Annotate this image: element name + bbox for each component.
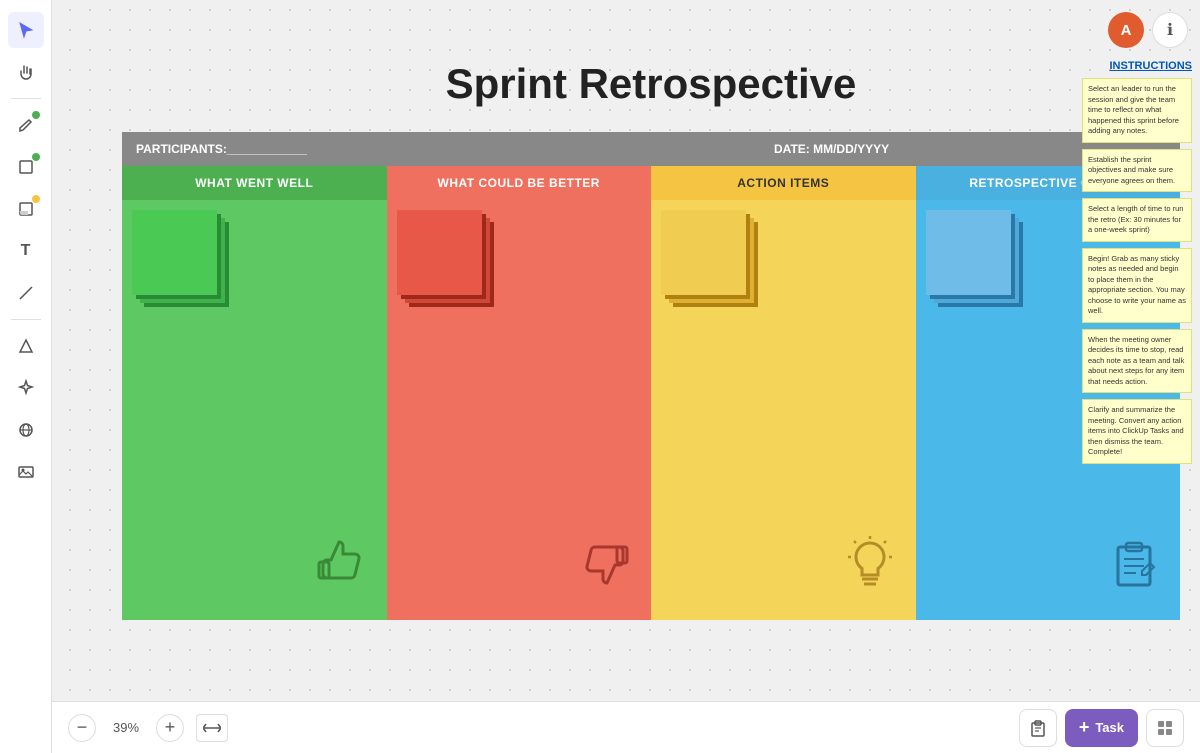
left-toolbar: T [0,0,52,753]
shape-tool[interactable] [8,149,44,185]
col-header-could-be-better: WHAT COULD BE BETTER [387,166,652,200]
lightbulb-icon [840,533,900,604]
pen-tool[interactable] [8,107,44,143]
sticky-blue-front [926,210,1011,295]
instruction-step-6: Clarify and summarize the meeting. Conve… [1082,399,1192,464]
thumbs-down-icon [575,533,635,604]
grid-view-button[interactable] [1146,709,1184,747]
clipboard-bottom-button[interactable] [1019,709,1057,747]
magic-tool[interactable] [8,370,44,406]
canvas: Sprint Retrospective PARTICIPANTS:______… [52,0,1200,753]
instructions-title[interactable]: INSTRUCTIONS [1082,60,1192,72]
columns-body [122,200,1180,620]
col-header-went-well: WHAT WENT WELL [122,166,387,200]
globe-tool[interactable] [8,412,44,448]
line-tool[interactable] [8,275,44,311]
text-tool[interactable]: T [8,233,44,269]
sticky-green-front [132,210,217,295]
board-title: Sprint Retrospective [122,60,1180,108]
col-body-action-items[interactable] [651,200,916,620]
pen-dot [32,111,40,119]
avatar: A [1108,12,1144,48]
shape-dot [32,153,40,161]
image-tool[interactable] [8,454,44,490]
add-task-label: Task [1095,720,1124,735]
col-header-action-items: ACTION ITEMS [651,166,916,200]
thumbs-up-icon [311,532,371,604]
bottom-right-actions: + Task [1019,709,1184,747]
board: Sprint Retrospective PARTICIPANTS:______… [122,60,1180,620]
instruction-step-2: Establish the sprint objectives and make… [1082,149,1192,193]
add-task-button[interactable]: + Task [1065,709,1138,747]
instruction-step-5: When the meeting owner decides its time … [1082,329,1192,394]
divider-1 [11,98,41,99]
fit-button[interactable] [196,714,228,742]
zoom-level: 39% [108,720,144,735]
instruction-step-3: Select a length of time to run the retro… [1082,198,1192,242]
sticky-red-front [397,210,482,295]
col-body-could-be-better[interactable] [387,200,652,620]
instruction-step-1: Select an leader to run the session and … [1082,78,1192,143]
zoom-out-button[interactable]: − [68,714,96,742]
clipboard-icon-col [1104,533,1164,604]
col-body-went-well[interactable] [122,200,387,620]
meta-row: PARTICIPANTS:____________ DATE: MM/DD/YY… [122,132,1180,166]
participants-field[interactable]: PARTICIPANTS:____________ [122,132,760,166]
connector-tool[interactable] [8,328,44,364]
divider-2 [11,319,41,320]
instructions-panel: INSTRUCTIONS Select an leader to run the… [1082,60,1192,470]
info-button[interactable]: ℹ [1152,12,1188,48]
header-icons: A ℹ [1108,12,1188,48]
bottom-bar: − 39% + + Task [52,701,1200,753]
add-task-plus: + [1079,717,1090,738]
cursor-tool[interactable] [8,12,44,48]
sticky-tool[interactable] [8,191,44,227]
sticky-yellow-front [661,210,746,295]
hand-tool[interactable] [8,54,44,90]
sticky-dot [32,195,40,203]
instruction-step-4: Begin! Grab as many sticky notes as need… [1082,248,1192,323]
zoom-in-button[interactable]: + [156,714,184,742]
columns-header: WHAT WENT WELL WHAT COULD BE BETTER ACTI… [122,166,1180,200]
